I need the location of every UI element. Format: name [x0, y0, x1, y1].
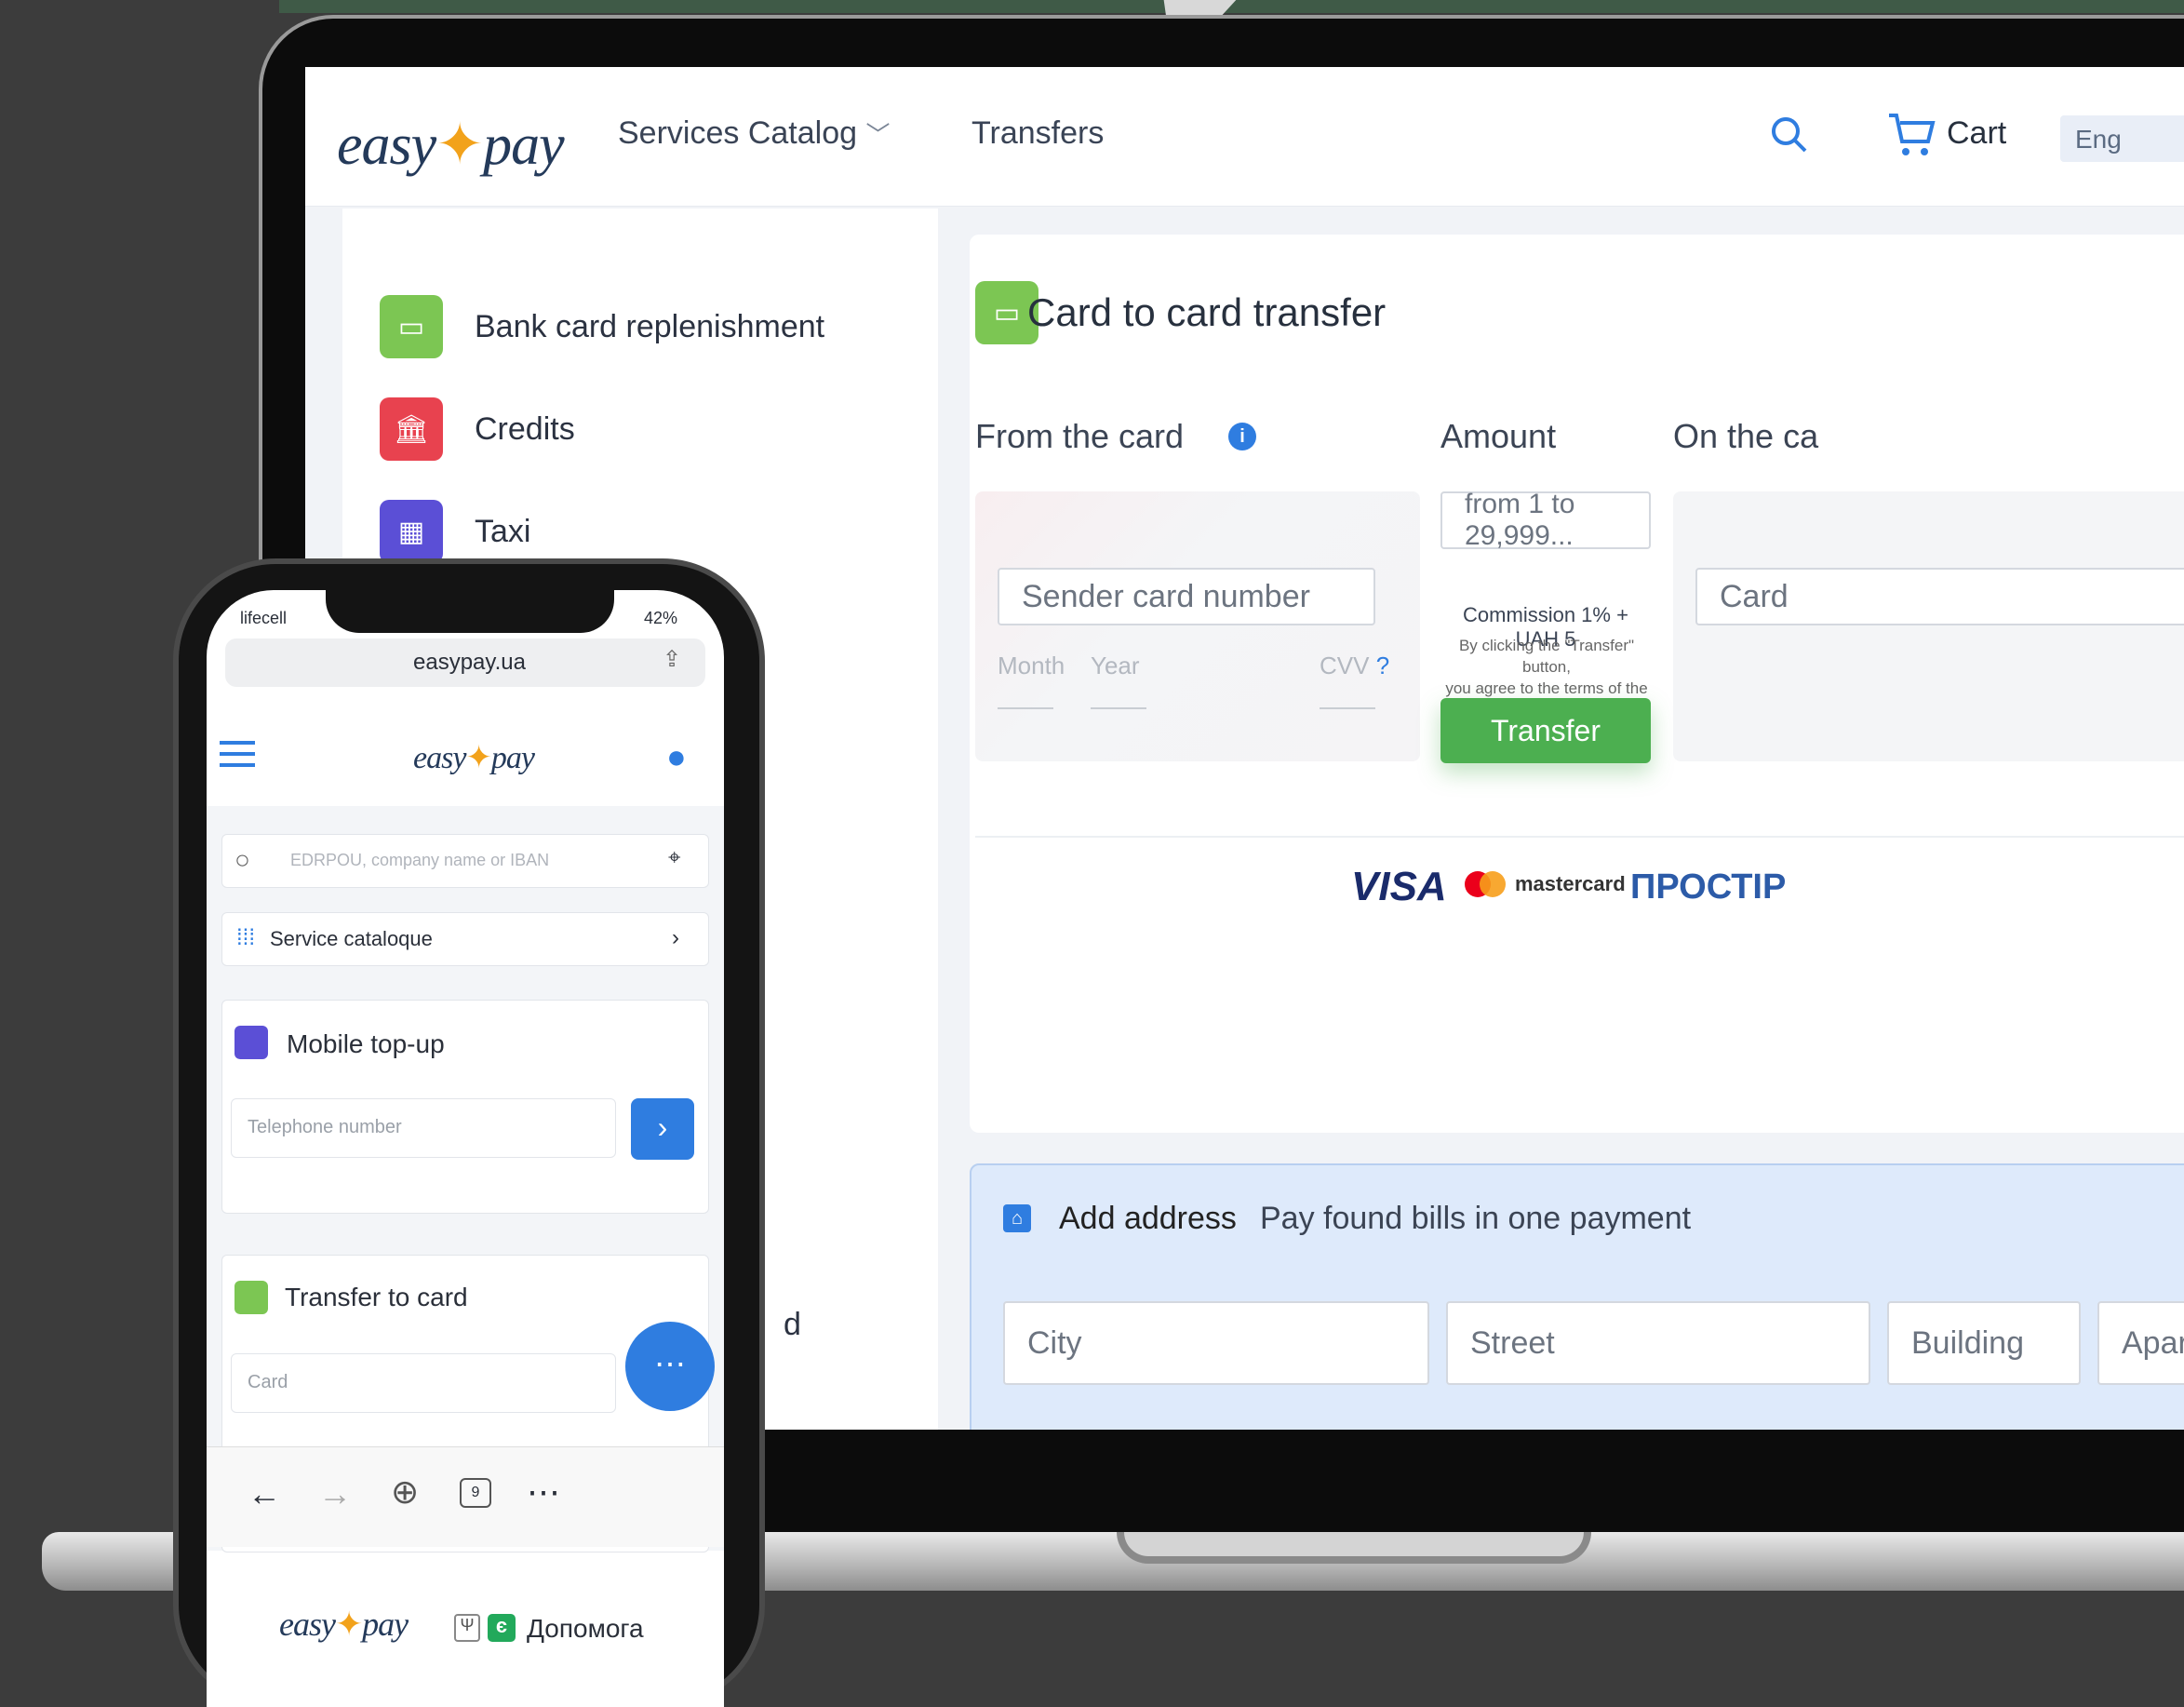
month-label: Month: [998, 652, 1065, 679]
nav-services-catalog[interactable]: Services Catalog ﹀: [618, 115, 890, 152]
more-icon[interactable]: ⋯: [527, 1472, 560, 1512]
sidebar-item-label: Bank card replenishment: [475, 308, 825, 344]
city-input[interactable]: City: [1003, 1301, 1429, 1385]
sidebar-partial-label: d: [784, 1307, 801, 1342]
apartment-input[interactable]: Apar: [2097, 1301, 2184, 1385]
recipient-card-input[interactable]: Card: [1695, 568, 2184, 625]
card-plus-icon: [234, 1281, 268, 1314]
help-link[interactable]: Допомога: [527, 1614, 644, 1644]
search-icon: ○: [234, 845, 250, 874]
nav-transfers[interactable]: Transfers: [971, 115, 1104, 152]
grid-icon: ⁞⁞⁞: [236, 925, 256, 950]
from-card-label: From the card: [975, 417, 1185, 455]
trident-icon: Ψ: [454, 1614, 480, 1642]
chevron-down-icon: ﹀: [865, 121, 891, 149]
year-label: Year: [1091, 652, 1140, 679]
cvv-label: CVV ?: [1320, 652, 1390, 679]
sidebar-item-credits[interactable]: 🏛 Credits: [380, 397, 575, 462]
laptop-base-notch-inner: [1124, 1532, 1584, 1556]
location-icon[interactable]: ⌖: [668, 845, 681, 871]
taxi-icon: ▦: [380, 500, 443, 563]
laptop-bezel-bottom: [763, 1431, 2184, 1532]
telephone-placeholder: Telephone number: [248, 1117, 402, 1137]
back-arrow-icon[interactable]: ←: [248, 1474, 281, 1513]
divider: [975, 836, 2184, 838]
chat-icon[interactable]: ⋯: [625, 1322, 715, 1411]
cart-icon: [1889, 114, 1936, 155]
easypay-logo[interactable]: easy✦pay: [413, 739, 535, 776]
phone-notch: [326, 585, 614, 633]
new-tab-icon[interactable]: ⊕: [391, 1472, 419, 1512]
amount-label: Amount: [1440, 417, 1557, 455]
status-carrier: lifecell: [240, 609, 288, 627]
sidebar-item-label: Taxi: [475, 513, 531, 549]
easypay-logo[interactable]: easy✦pay: [337, 110, 565, 179]
sidebar-item-label: Credits: [475, 410, 575, 447]
info-icon[interactable]: i: [1228, 423, 1256, 450]
transfer-button[interactable]: Transfer: [1440, 698, 1651, 763]
add-address-title[interactable]: Add address: [1059, 1201, 1237, 1237]
card-placeholder: Card: [248, 1372, 288, 1392]
street-input[interactable]: Street: [1446, 1301, 1870, 1385]
forward-arrow-icon[interactable]: →: [318, 1474, 352, 1513]
menu-icon[interactable]: [220, 741, 255, 767]
page-title: Card to card transfer: [1027, 290, 1387, 334]
search-input[interactable]: EDRPOU, company name or IBAN: [290, 851, 549, 870]
home-icon: ⌂: [1003, 1204, 1031, 1232]
sidebar-item-bank-card[interactable]: ▭ Bank card replenishment: [380, 294, 824, 359]
mobile-topup-title: Mobile top-up: [287, 1029, 445, 1058]
to-card-label: On the ca: [1673, 417, 1819, 455]
status-battery: 42%: [644, 609, 678, 627]
bank-icon: 🏛: [380, 397, 443, 461]
card-input[interactable]: [231, 1353, 616, 1413]
add-address-subtitle: Pay found bills in one payment: [1260, 1201, 1692, 1236]
prostir-logo: ПРОСТІР: [1630, 867, 1787, 907]
topup-go-button[interactable]: ›: [631, 1098, 694, 1160]
sidebar-item-taxi[interactable]: ▦ Taxi: [380, 499, 530, 564]
easypay-footer-logo: easy✦pay: [279, 1606, 409, 1643]
share-icon[interactable]: ⇪: [663, 646, 681, 673]
phone-screen: lifecell 42% easypay.ua ⇪ easy✦pay ● ○ E…: [207, 590, 724, 1707]
amount-input[interactable]: from 1 to 29,999...: [1440, 489, 1651, 551]
sender-card: [975, 491, 1420, 761]
phone-icon: [234, 1026, 268, 1059]
language-select[interactable]: Eng: [2060, 115, 2184, 162]
mastercard-logo: mastercard: [1465, 871, 1626, 897]
tabs-icon[interactable]: 9: [460, 1478, 491, 1508]
site-header: easy✦pay Services Catalog ﹀ Transfers Ca…: [305, 67, 2184, 207]
sender-card-input[interactable]: Sender card number: [998, 568, 1375, 625]
card-transfer-panel: ▭ Card to card transfer From the card i …: [970, 235, 2184, 1133]
card-plus-icon: ▭: [380, 295, 443, 358]
diia-icon: є: [488, 1614, 516, 1642]
user-icon[interactable]: ●: [666, 737, 687, 776]
transfer-card-title: Transfer to card: [285, 1283, 468, 1311]
recipient-card: [1673, 491, 2184, 761]
year-field[interactable]: [1091, 707, 1146, 709]
visa-logo: VISA: [1351, 864, 1447, 909]
chevron-right-icon: ›: [672, 925, 679, 950]
add-address-panel: ⌂ Add address Pay found bills in one pay…: [970, 1163, 2184, 1430]
service-catalogue-label: Service cataloque: [270, 927, 433, 950]
cvv-field[interactable]: [1320, 707, 1375, 709]
building-input[interactable]: Building: [1887, 1301, 2081, 1385]
month-field[interactable]: [998, 707, 1053, 709]
cart-link[interactable]: Cart: [1947, 115, 2006, 152]
search-icon[interactable]: [1770, 115, 1809, 155]
url-text: easypay.ua: [413, 650, 526, 675]
